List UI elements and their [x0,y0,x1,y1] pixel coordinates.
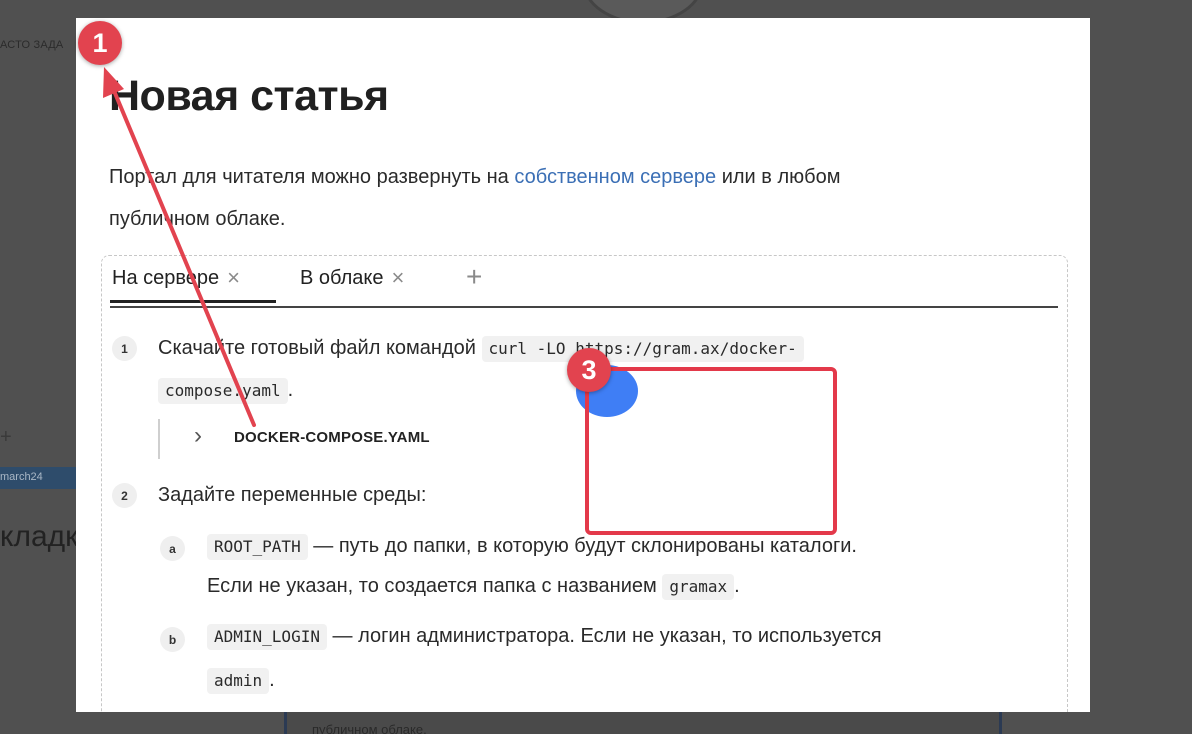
file-block-border [158,419,160,459]
step-number: 1 [112,336,137,361]
self-hosted-link[interactable]: собственном сервере [514,166,716,188]
annotation-marker-1: 1 [78,21,122,65]
file-name-label[interactable]: DOCKER-COMPOSE.YAML [234,429,430,446]
admin-login-code: ADMIN_LOGIN [207,624,327,650]
sub-a-desc: — путь до папки, в которую будут склонир… [307,535,857,557]
sub-a-text-line2: Если не указан, то создается папка с наз… [207,574,740,600]
tab-on-server[interactable]: На сервере × [112,265,240,291]
active-tab-indicator [110,300,276,303]
sub-step-letter: a [160,536,185,561]
intro-paragraph: Портал для читателя можно развернуть на … [109,156,1039,240]
step1-text-line2: compose.yaml. [158,378,293,404]
sub-b-text: ADMIN_LOGIN — логин администратора. Если… [207,624,882,650]
step2-text: Задайте переменные среды: [158,484,427,506]
tab-label: На сервере [112,266,220,289]
intro-text: Портал для читателя можно развернуть на [109,166,515,188]
root-path-code: ROOT_PATH [207,534,308,560]
period: . [269,669,275,691]
faq-label: АСТО ЗАДА [0,39,64,51]
step1-text: Скачайте готовый файл командой curl -LO … [158,336,804,362]
step-number: 2 [112,483,137,508]
close-icon[interactable]: × [391,265,404,291]
intro-line2: публичном облаке. [109,208,286,230]
highlight-box [585,367,837,535]
annotation-marker-3: 3 [567,348,611,392]
intro-text-after: или в любом [716,166,841,188]
branch-badge: march24 [0,467,78,489]
sub-b-desc: — логин администратора. Если не указан, … [326,625,882,647]
sub-b-text-line2: admin. [207,668,275,694]
curl-command-code: curl -LO https://gram.ax/docker- [481,336,804,362]
tab-in-cloud[interactable]: В облаке × [300,265,404,291]
add-icon: + [0,426,12,448]
background-snippet: публичном облаке. [312,722,427,734]
tab-bar: На сервере × В облаке × + [110,256,1058,308]
chevron-right-icon[interactable]: › [194,422,202,450]
sub-step-letter: b [160,627,185,652]
period: . [734,575,740,597]
compose-file-code: compose.yaml [158,378,288,404]
sub-a-text: ROOT_PATH — путь до папки, в которую буд… [207,534,857,560]
gramax-code: gramax [662,574,735,600]
period: . [287,379,294,401]
close-icon[interactable]: × [227,265,240,291]
bookmarks-label: кладк [0,520,79,553]
step1-label: Скачайте готовый файл командой [158,337,482,359]
admin-code: admin [207,668,270,694]
tab-label: В облаке [300,266,384,289]
add-tab-icon[interactable]: + [466,261,482,293]
content-border-right [999,711,1002,734]
sub-a-desc2: Если не указан, то создается папка с наз… [207,575,663,597]
page-title: Новая статья [109,72,389,120]
